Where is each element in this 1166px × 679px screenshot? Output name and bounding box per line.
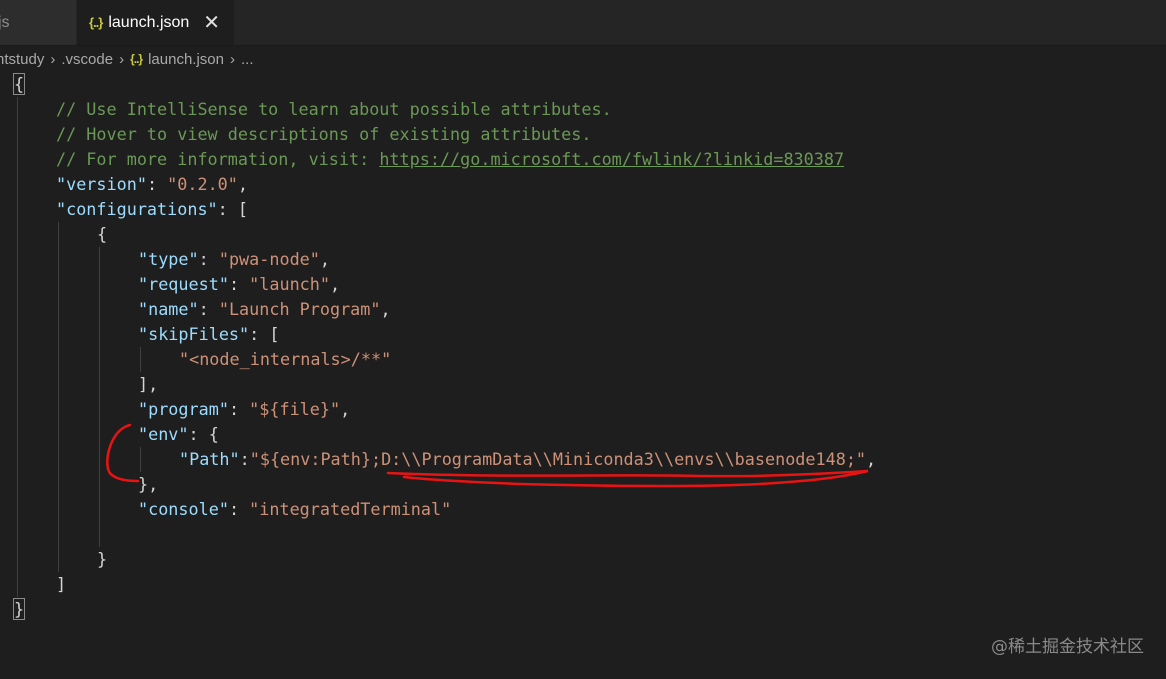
red-annotation (106, 423, 869, 488)
watermark: @稀土掘金技术社区 (991, 637, 1144, 657)
red-bracket-mark (106, 423, 140, 483)
red-underline-mark (386, 469, 869, 488)
